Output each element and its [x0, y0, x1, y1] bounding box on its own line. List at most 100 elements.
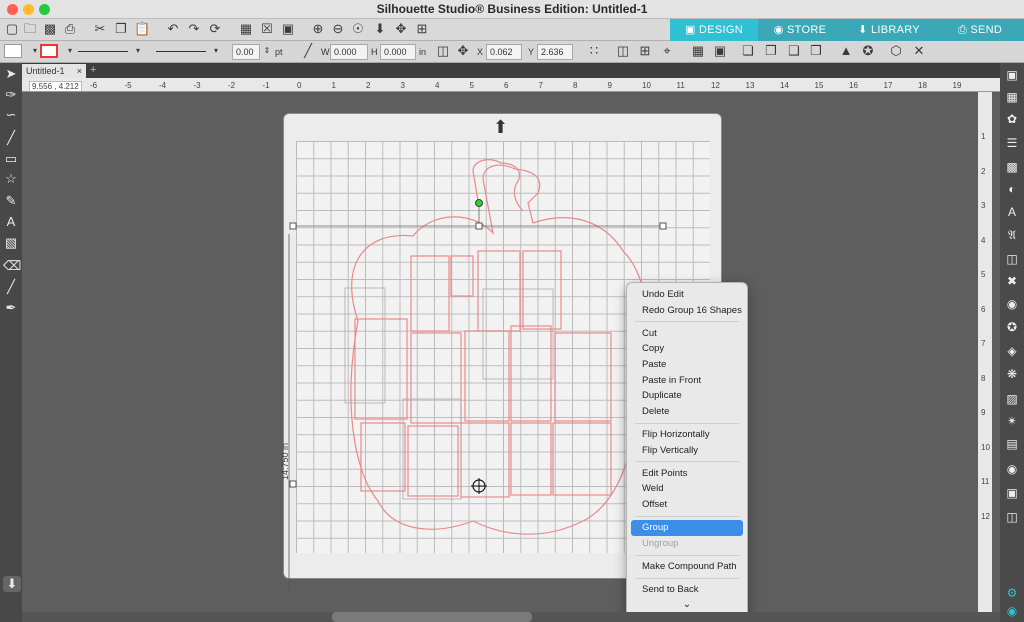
print-icon[interactable]: ⎙	[62, 21, 78, 37]
undo-icon[interactable]: ↶	[165, 21, 181, 37]
document-tab[interactable]: Untitled-1 ×	[22, 64, 86, 78]
menu-item-flip-vertically[interactable]: Flip Vertically	[631, 443, 743, 459]
move-down-icon[interactable]: ⬇	[372, 21, 388, 37]
paste-icon[interactable]: 📋	[134, 21, 150, 37]
star-panel-icon[interactable]: ✪	[1004, 319, 1020, 335]
star-icon[interactable]: ☆	[3, 171, 19, 187]
line-draw-icon[interactable]: ╱	[3, 130, 19, 146]
eraser-icon[interactable]: ⌫	[3, 258, 21, 274]
line-style-icon[interactable]: ☰	[1004, 135, 1020, 151]
line-join-dropdown-icon[interactable]: ▾	[208, 43, 224, 59]
horizontal-scrollbar[interactable]	[22, 612, 1000, 622]
group-icon[interactable]: ❏	[740, 43, 756, 59]
close-window-button[interactable]	[7, 4, 18, 15]
height-input[interactable]: 0.000	[380, 44, 416, 60]
align-panel-icon[interactable]: ◫	[1004, 251, 1020, 267]
line-color-swatch-icon[interactable]	[40, 44, 58, 58]
import-icon[interactable]: ⬇	[3, 576, 21, 592]
transform-icon[interactable]: ▦	[690, 43, 706, 59]
zoom-window-button[interactable]	[39, 4, 50, 15]
minimize-window-button[interactable]	[23, 4, 34, 15]
lock-aspect-icon[interactable]: ◫	[435, 43, 451, 59]
page-setup-icon[interactable]: ▣	[1004, 67, 1020, 83]
x-input[interactable]: 0.062	[486, 44, 522, 60]
menu-item-copy[interactable]: Copy	[631, 341, 743, 357]
modify-icon[interactable]: ◉	[1004, 296, 1020, 312]
close-icon[interactable]: ✕	[911, 43, 927, 59]
font-icon[interactable]: 𝔄	[1004, 227, 1020, 243]
palette-icon[interactable]: ✿	[1004, 111, 1020, 127]
select-arrow-icon[interactable]: ➤	[3, 66, 19, 82]
line-style-preview[interactable]	[78, 51, 128, 52]
scale-icon[interactable]: ▣	[712, 43, 728, 59]
point-edit-icon[interactable]: ✑	[3, 87, 19, 103]
menu-item-duplicate[interactable]: Duplicate	[631, 388, 743, 404]
gradient-icon[interactable]: ◐	[1004, 181, 1020, 197]
reference-point-icon[interactable]: ∷	[586, 43, 602, 59]
scrollbar-thumb[interactable]	[332, 612, 532, 622]
menu-item-undo-edit[interactable]: Undo Edit	[631, 287, 743, 303]
new-file-icon[interactable]: ▢	[4, 21, 20, 37]
redraw-icon[interactable]: ⟳	[207, 21, 223, 37]
tab-design[interactable]: ▣ DESIGN	[670, 19, 758, 41]
add-page-icon[interactable]: ⊞	[414, 21, 430, 37]
menu-item-make-compound-path[interactable]: Make Compound Path	[631, 559, 743, 575]
settings-icon[interactable]: ⚙	[1004, 585, 1020, 601]
zoom-out-icon[interactable]: ⊖	[330, 21, 346, 37]
tab-store[interactable]: ◉ STORE	[758, 19, 842, 41]
menu-item-paste[interactable]: Paste	[631, 357, 743, 373]
redo-icon[interactable]: ↷	[186, 21, 202, 37]
menu-item-weld[interactable]: Weld	[631, 481, 743, 497]
document-icon[interactable]: ▦	[1004, 89, 1020, 105]
3d-box-icon[interactable]: ⬡	[888, 43, 904, 59]
nest-icon[interactable]: ▣	[1004, 485, 1020, 501]
connection-icon[interactable]: ◉	[1004, 603, 1020, 619]
text-edit-icon[interactable]: ▧	[3, 235, 19, 251]
pen-icon[interactable]: ✎	[3, 193, 19, 209]
tab-library[interactable]: ⬇ LIBRARY	[842, 19, 936, 41]
tab-send[interactable]: ⎙ SEND	[936, 19, 1024, 41]
select-all-icon[interactable]: ▦	[238, 21, 254, 37]
y-input[interactable]: 2.636	[537, 44, 573, 60]
line-style-dropdown-icon[interactable]: ▾	[130, 43, 146, 59]
align-icon[interactable]: ◫	[615, 43, 631, 59]
menu-item-group[interactable]: Group	[631, 520, 743, 536]
zoom-in-icon[interactable]: ⊕	[310, 21, 326, 37]
send-back-icon[interactable]: ❒	[808, 43, 824, 59]
close-tab-icon[interactable]: ×	[77, 64, 82, 78]
text-icon[interactable]: A	[3, 214, 19, 230]
chevron-down-icon[interactable]: ⌄	[627, 599, 747, 611]
star-tool-icon[interactable]: ✪	[860, 43, 876, 59]
position-icon[interactable]: ✥	[455, 43, 471, 59]
crosshair-icon[interactable]: ⌖	[659, 43, 675, 59]
replicate-icon[interactable]: ✖	[1004, 273, 1020, 289]
pan-icon[interactable]: ✥	[393, 21, 409, 37]
trace-icon[interactable]: ▨	[1004, 391, 1020, 407]
book-icon[interactable]: ◫	[1004, 509, 1020, 525]
ungroup-icon[interactable]: ❐	[763, 43, 779, 59]
center-icon[interactable]: ⊞	[637, 43, 653, 59]
line-width-input[interactable]: 0.00	[232, 44, 260, 60]
shapes-icon[interactable]: ▲	[838, 43, 854, 59]
line-tool-icon[interactable]: ╱	[300, 43, 316, 59]
curve-icon[interactable]: ∽	[3, 107, 19, 123]
edit-select-icon[interactable]: ▣	[280, 21, 296, 37]
fill-swatch-icon[interactable]	[4, 44, 22, 58]
menu-item-edit-points[interactable]: Edit Points	[631, 466, 743, 482]
line-width-stepper-icon[interactable]: ⇕	[259, 43, 275, 59]
line-join-preview[interactable]	[156, 51, 206, 52]
menu-item-paste-in-front[interactable]: Paste in Front	[631, 373, 743, 389]
pattern-fill-icon[interactable]: ▤	[1004, 436, 1020, 452]
width-input[interactable]: 0.000	[330, 44, 368, 60]
line-color-dropdown-icon[interactable]: ▾	[62, 43, 78, 59]
sketch-icon[interactable]: ❋	[1004, 366, 1020, 382]
menu-item-redo-group-16-shapes[interactable]: Redo Group 16 Shapes	[631, 303, 743, 319]
knife-icon[interactable]: ╱	[3, 279, 19, 295]
menu-item-offset[interactable]: Offset	[631, 497, 743, 513]
save-icon[interactable]: ▩	[42, 21, 58, 37]
menu-item-cut[interactable]: Cut	[631, 326, 743, 342]
eyedropper-icon[interactable]: ✒	[3, 300, 19, 316]
open-folder-icon[interactable]: 🗀	[22, 21, 38, 37]
add-tab-icon[interactable]: +	[90, 63, 96, 77]
menu-item-delete[interactable]: Delete	[631, 404, 743, 420]
